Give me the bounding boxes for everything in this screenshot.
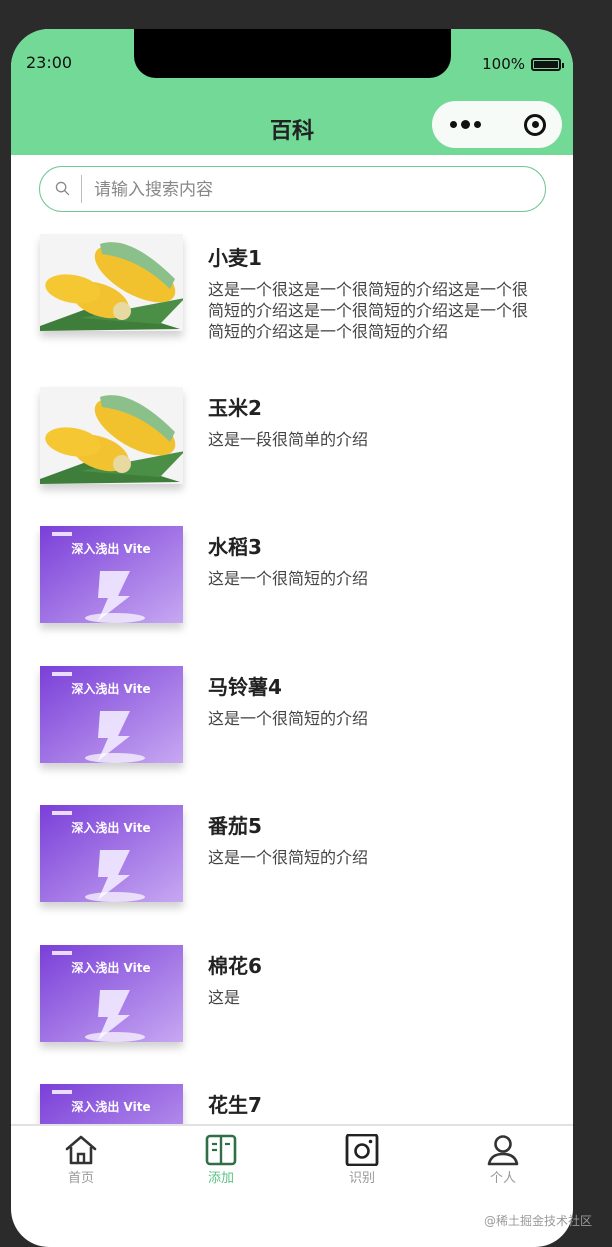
navigation-bar: 23:00 100% 百科 xyxy=(11,29,573,155)
search-input[interactable] xyxy=(92,174,536,206)
item-description: 这是 xyxy=(208,988,241,1007)
item-name: 花生7 xyxy=(208,1093,262,1117)
search-icon xyxy=(55,181,70,196)
item-thumbnail: 深入浅出 Vite xyxy=(40,1084,183,1125)
tab-add[interactable]: 添加 xyxy=(181,1134,261,1186)
tab-label: 首页 xyxy=(67,1171,94,1186)
camera-icon xyxy=(345,1134,379,1166)
miniprogram-capsule xyxy=(432,101,562,148)
item-thumbnail xyxy=(40,234,183,331)
encyclopedia-list: 小麦1 这是一个很这是一个很简短的介绍这是一个很简短的介绍这是一个很简短的介绍这… xyxy=(11,225,573,1125)
close-target-icon[interactable] xyxy=(524,113,546,136)
item-thumbnail xyxy=(40,387,183,484)
tab-label: 个人 xyxy=(489,1171,516,1186)
list-item[interactable]: 深入浅出 Vite 花生7 xyxy=(40,1084,550,1125)
item-thumbnail: 深入浅出 Vite xyxy=(40,805,183,902)
cover-title: 深入浅出 Vite xyxy=(71,1099,150,1114)
battery-percent: 100% xyxy=(482,55,525,73)
item-description: 这是一个很简短的介绍 xyxy=(208,569,369,588)
battery-icon xyxy=(531,57,564,71)
user-icon xyxy=(487,1135,519,1166)
vite-cover-image: 深入浅出 Vite xyxy=(40,945,183,1042)
status-battery: 100% xyxy=(482,55,564,73)
item-description: 这是一段很简单的介绍 xyxy=(208,430,369,449)
cover-title: 深入浅出 Vite xyxy=(71,960,150,975)
vite-cover-image: 深入浅出 Vite xyxy=(40,666,183,763)
vite-cover-image: 深入浅出 Vite xyxy=(40,1084,183,1125)
tab-label: 识别 xyxy=(348,1171,375,1186)
item-thumbnail: 深入浅出 Vite xyxy=(40,945,183,1042)
item-name: 棉花6 xyxy=(208,954,262,978)
vite-cover-image: 深入浅出 Vite xyxy=(40,805,183,902)
more-icon[interactable] xyxy=(450,120,481,129)
tab-recognize[interactable]: 识别 xyxy=(322,1134,402,1186)
list-item[interactable]: 深入浅出 Vite 番茄5 这是一个很简短的介绍 xyxy=(40,805,550,920)
phone-screen: 23:00 100% 百科 请输入搜索内容 小麦1 这是一个很这是一个很简短的介… xyxy=(11,29,573,1247)
list-item[interactable]: 深入浅出 Vite 水稻3 这是一个很简短的介绍 xyxy=(40,526,550,641)
list-item[interactable]: 深入浅出 Vite 棉花6 这是 xyxy=(40,945,550,1060)
tab-label: 添加 xyxy=(207,1171,234,1186)
list-item[interactable]: 深入浅出 Vite 马铃薯4 这是一个很简短的介绍 xyxy=(40,666,550,781)
tab-home[interactable]: 首页 xyxy=(41,1134,121,1186)
vite-cover-image: 深入浅出 Vite xyxy=(40,526,183,623)
tab-bar: 首页 添加 识别 个人 xyxy=(11,1124,573,1196)
cover-title: 深入浅出 Vite xyxy=(71,820,150,835)
notch xyxy=(134,29,451,78)
item-name: 玉米2 xyxy=(208,396,262,420)
item-description: 这是一个很这是一个很简短的介绍这是一个很简短的介绍这是一个很简短的介绍这是一个很… xyxy=(208,280,529,341)
item-thumbnail: 深入浅出 Vite xyxy=(40,526,183,623)
item-thumbnail: 深入浅出 Vite xyxy=(40,666,183,763)
cover-title: 深入浅出 Vite xyxy=(71,541,150,556)
item-name: 马铃薯4 xyxy=(208,675,282,699)
cover-title: 深入浅出 Vite xyxy=(71,681,150,696)
home-icon xyxy=(65,1135,97,1165)
item-name: 番茄5 xyxy=(208,814,262,838)
item-description: 这是一个很简短的介绍 xyxy=(208,848,369,867)
tab-profile[interactable]: 个人 xyxy=(463,1134,543,1186)
watermark: @稀土掘金技术社区 xyxy=(483,1214,592,1228)
status-time: 23:00 xyxy=(26,53,73,72)
corn-image xyxy=(40,387,183,484)
list-item[interactable]: 小麦1 这是一个很这是一个很简短的介绍这是一个很简短的介绍这是一个很简短的介绍这… xyxy=(40,234,550,349)
list-item[interactable]: 玉米2 这是一段很简单的介绍 xyxy=(40,387,550,502)
book-icon xyxy=(205,1134,237,1166)
search-bar xyxy=(39,166,546,212)
search-divider xyxy=(81,175,82,203)
item-description: 这是一个很简短的介绍 xyxy=(208,709,369,728)
item-name: 小麦1 xyxy=(208,246,262,270)
corn-image xyxy=(40,234,183,331)
item-name: 水稻3 xyxy=(208,535,262,559)
